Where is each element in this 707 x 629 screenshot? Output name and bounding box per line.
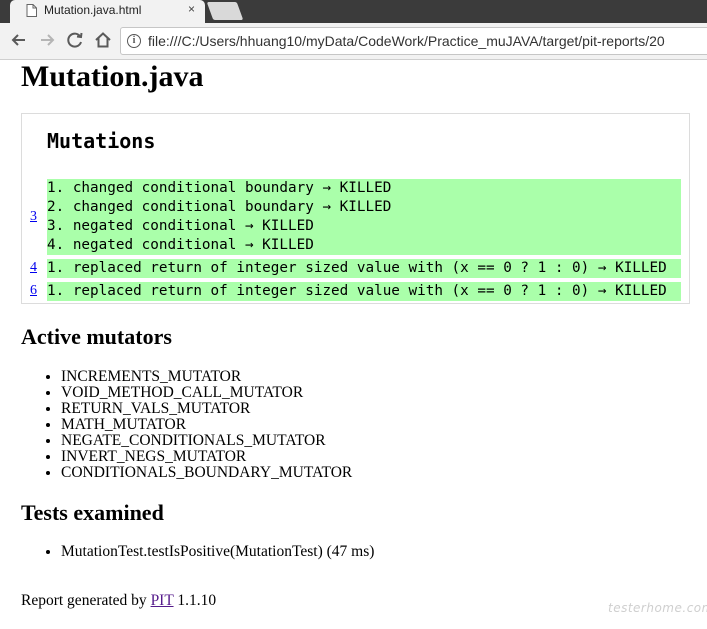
document-icon <box>26 4 37 17</box>
mutation-item: 2. changed conditional boundary → KILLED <box>47 199 392 215</box>
mutation-group-line-4: 1. replaced return of integer sized valu… <box>47 259 681 278</box>
browser-toolbar: i file:///C:/Users/hhuang10/myData/CodeW… <box>0 23 707 60</box>
list-item: CONDITIONALS_BOUNDARY_MUTATOR <box>61 465 352 481</box>
tab-strip: Mutation.java.html × <box>0 0 707 23</box>
list-item: NEGATE_CONDITIONALS_MUTATOR <box>61 433 352 449</box>
footer-prefix: Report generated by <box>21 592 151 609</box>
mutation-item: 4. negated conditional → KILLED <box>47 237 314 253</box>
mutation-group-line-6: 1. replaced return of integer sized valu… <box>47 282 681 301</box>
new-tab-button[interactable] <box>206 2 244 20</box>
pit-link[interactable]: PIT <box>151 592 174 609</box>
mutations-panel: Mutations 3 1. changed conditional bound… <box>21 113 690 304</box>
list-item: MATH_MUTATOR <box>61 417 352 433</box>
address-bar[interactable]: i file:///C:/Users/hhuang10/myData/CodeW… <box>120 27 707 55</box>
tests-list: MutationTest.testIsPositive(MutationTest… <box>21 544 374 560</box>
tab-title: Mutation.java.html <box>44 3 142 17</box>
close-tab-icon[interactable]: × <box>188 2 195 16</box>
report-footer: Report generated by PIT 1.1.10 <box>21 592 216 610</box>
mutation-item: 1. changed conditional boundary → KILLED <box>47 180 392 196</box>
browser-tab[interactable]: Mutation.java.html × <box>10 0 205 23</box>
list-item: INVERT_NEGS_MUTATOR <box>61 449 352 465</box>
line-link-4[interactable]: 4 <box>30 260 37 276</box>
line-link-6[interactable]: 6 <box>30 283 37 299</box>
footer-version: 1.1.10 <box>173 592 217 609</box>
page-title: Mutation.java <box>21 60 204 93</box>
mutation-item: 1. replaced return of integer sized valu… <box>47 283 667 299</box>
list-item: RETURN_VALS_MUTATOR <box>61 401 352 417</box>
back-arrow-icon <box>11 34 25 46</box>
forward-arrow-icon <box>41 34 55 46</box>
reload-button[interactable] <box>64 29 86 51</box>
watermark: testerhome.com <box>608 601 707 615</box>
url-text: file:///C:/Users/hhuang10/myData/CodeWor… <box>148 33 665 49</box>
back-button[interactable] <box>8 29 30 51</box>
active-mutators-list: INCREMENTS_MUTATOR VOID_METHOD_CALL_MUTA… <box>21 369 352 481</box>
line-link-3[interactable]: 3 <box>30 209 37 225</box>
mutation-item: 3. negated conditional → KILLED <box>47 218 314 234</box>
list-item: VOID_METHOD_CALL_MUTATOR <box>61 385 352 401</box>
info-icon[interactable]: i <box>127 34 141 48</box>
mutations-heading: Mutations <box>47 129 156 153</box>
home-button[interactable] <box>92 29 114 51</box>
tests-examined-heading: Tests examined <box>21 500 164 525</box>
list-item: MutationTest.testIsPositive(MutationTest… <box>61 544 374 560</box>
forward-button[interactable] <box>36 29 58 51</box>
reload-icon <box>67 32 83 48</box>
active-mutators-heading: Active mutators <box>21 324 172 349</box>
mutation-group-line-3: 1. changed conditional boundary → KILLED… <box>47 179 681 255</box>
home-icon <box>95 32 111 48</box>
list-item: INCREMENTS_MUTATOR <box>61 369 352 385</box>
mutation-item: 1. replaced return of integer sized valu… <box>47 260 667 276</box>
